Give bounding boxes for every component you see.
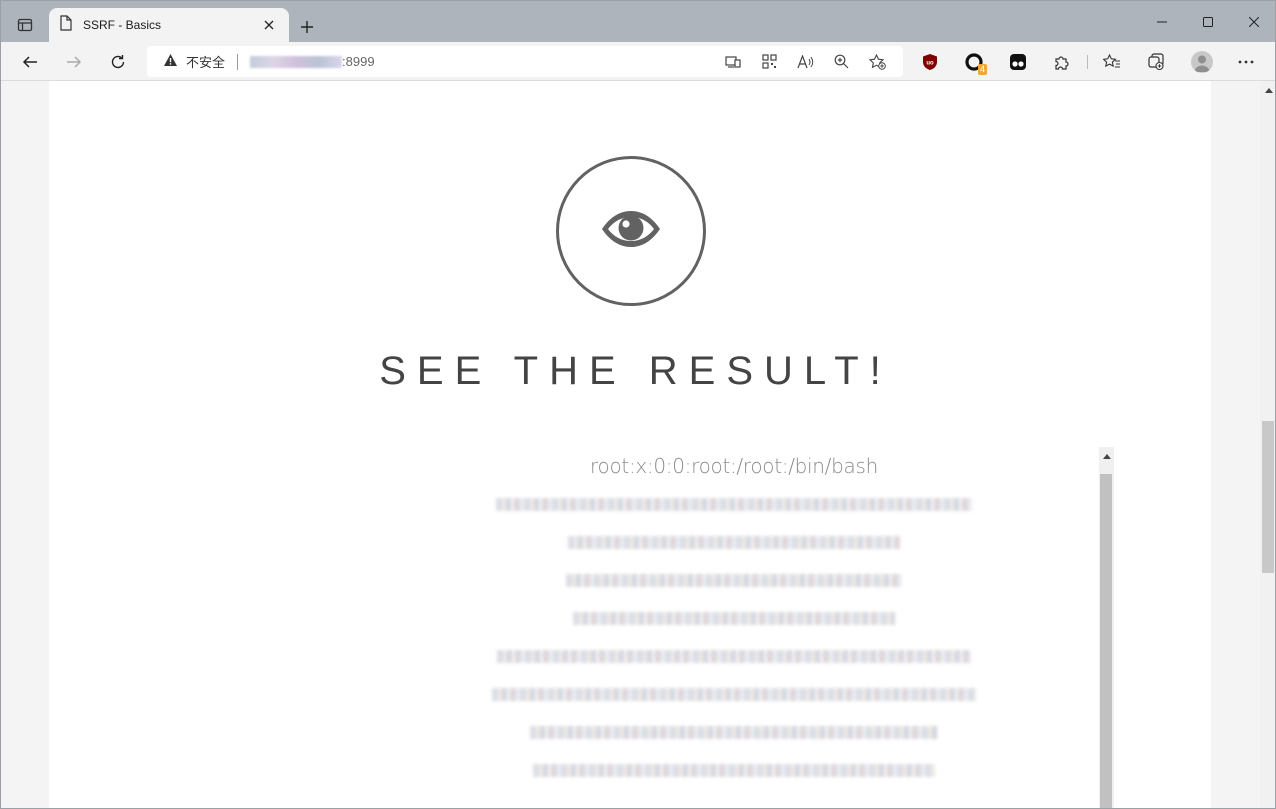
page-scrollbar[interactable] <box>1260 81 1275 808</box>
plus-icon[interactable] <box>293 13 321 41</box>
page-heading: SEE THE RESULT! <box>379 349 892 393</box>
redacted-line <box>369 599 1099 637</box>
active-tab[interactable]: SSRF - Basics <box>49 8 289 42</box>
svg-text:uo: uo <box>926 61 934 67</box>
scroll-up-icon[interactable] <box>1260 81 1275 99</box>
favorite-add-icon[interactable] <box>859 46 895 77</box>
warning-icon <box>163 52 178 71</box>
collections-icon[interactable] <box>1141 47 1171 77</box>
profile-avatar[interactable] <box>1187 47 1217 77</box>
toolbar-divider <box>1087 55 1088 69</box>
redacted-line <box>369 675 1099 713</box>
forward-arrow-icon[interactable] <box>59 47 89 77</box>
extension-badge-icon[interactable]: 4 <box>959 47 989 77</box>
result-lines: root:x:0:0:root:/root:/bin/bash games:x:… <box>369 447 1099 808</box>
app-available-icon[interactable] <box>715 46 751 77</box>
minimize-icon[interactable] <box>1139 1 1185 42</box>
security-indicator[interactable]: 不安全 <box>163 52 225 71</box>
redacted-line <box>369 713 1099 751</box>
security-label: 不安全 <box>186 55 226 70</box>
redacted-line <box>369 561 1099 599</box>
tab-title: SSRF - Basics <box>83 18 162 32</box>
url-port: :8999 <box>342 54 375 69</box>
extension-badge: 4 <box>977 64 987 75</box>
redacted-line <box>369 751 1099 789</box>
close-icon[interactable] <box>259 15 279 35</box>
qr-code-icon[interactable] <box>751 46 787 77</box>
redacted-line <box>369 485 1099 523</box>
back-arrow-icon[interactable] <box>15 47 45 77</box>
page-icon <box>59 15 73 35</box>
window-close-icon[interactable] <box>1231 1 1275 42</box>
omnibox-divider <box>237 53 239 70</box>
favorites-icon[interactable] <box>1097 47 1127 77</box>
eye-badge <box>556 156 706 306</box>
page-content: SEE THE RESULT! root:x:0:0:root:/root:/b… <box>49 81 1211 808</box>
refresh-icon[interactable] <box>103 47 133 77</box>
redacted-line <box>369 523 1099 561</box>
ublock-icon[interactable]: uo <box>915 47 945 77</box>
omnibox-actions <box>715 46 895 77</box>
redacted-line <box>369 637 1099 675</box>
result-scroll-thumb[interactable] <box>1100 474 1112 808</box>
result-line-partial: games:x:5:60:games:/usr/games:/usr/sbin/… <box>369 789 1099 808</box>
window-controls <box>1139 1 1275 42</box>
tab-actions-icon[interactable] <box>11 11 39 39</box>
result-output[interactable]: root:x:0:0:root:/root:/bin/bash games:x:… <box>369 447 1114 808</box>
address-bar[interactable]: 不安全 :8999 <box>147 46 903 77</box>
eye-icon <box>600 209 662 253</box>
url-host-redacted <box>250 55 343 68</box>
read-aloud-icon[interactable] <box>787 46 823 77</box>
scroll-up-icon[interactable] <box>1099 447 1114 465</box>
more-options-icon[interactable] <box>1231 47 1261 77</box>
extensions-puzzle-icon[interactable] <box>1047 47 1077 77</box>
tampermonkey-icon[interactable] <box>1003 47 1033 77</box>
page-scroll-thumb[interactable] <box>1262 421 1274 573</box>
result-scrollbar[interactable] <box>1099 447 1114 808</box>
browser-toolbar: 不安全 :8999 uo 4 <box>1 42 1275 81</box>
tab-strip: SSRF - Basics <box>1 1 1275 42</box>
maximize-icon[interactable] <box>1185 1 1231 42</box>
zoom-icon[interactable] <box>823 46 859 77</box>
browser-window: SSRF - Basics 不安全:8999 uo 4 SEE THE RES… <box>0 0 1276 809</box>
result-line: root:x:0:0:root:/root:/bin/bash <box>590 454 878 478</box>
avatar-icon <box>1191 51 1213 73</box>
page-viewport: SEE THE RESULT! root:x:0:0:root:/root:/b… <box>1 81 1260 808</box>
